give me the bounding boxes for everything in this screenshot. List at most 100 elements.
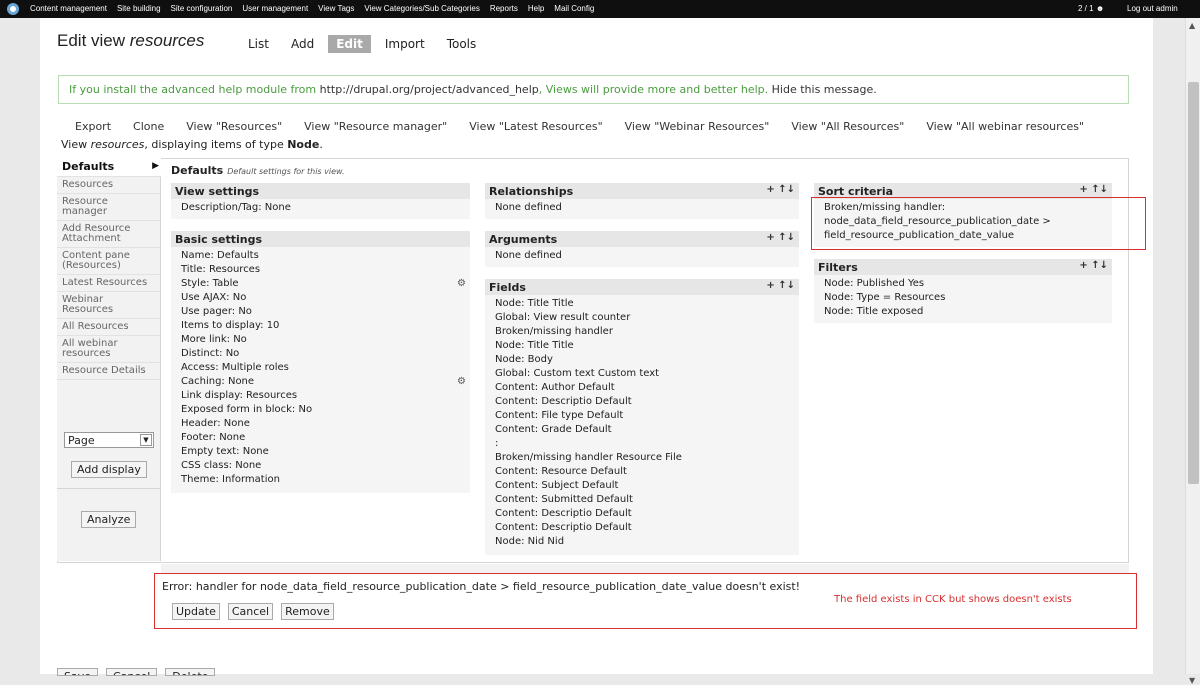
setting-name[interactable]: Name: Defaults — [181, 249, 460, 263]
hide-message-link[interactable]: Hide this message. — [772, 83, 877, 96]
tab-list[interactable]: List — [240, 35, 277, 53]
fields-header: Fields + ↑↓ — [485, 279, 799, 295]
access-gear-icon[interactable]: ⚙ — [457, 375, 466, 389]
field-item[interactable]: Content: File type Default — [495, 409, 789, 423]
setting-use-ajax[interactable]: Use AJAX: No — [181, 291, 460, 305]
field-item[interactable]: Global: View result counter — [495, 311, 789, 325]
display-tab-latest-resources[interactable]: Latest Resources — [57, 275, 160, 292]
setting-more-link[interactable]: More link: No — [181, 333, 460, 347]
view-info-name: resources — [90, 138, 145, 151]
display-tab-resources[interactable]: Resources — [57, 177, 160, 194]
analyze-button[interactable]: Analyze — [81, 511, 137, 528]
setting-use-pager[interactable]: Use pager: No — [181, 305, 460, 319]
filter-item[interactable]: Node: Title exposed — [824, 305, 1102, 319]
field-item[interactable]: Content: Resource Default — [495, 465, 789, 479]
menu-user-management[interactable]: User management — [242, 4, 308, 13]
field-item[interactable]: Content: Grade Default — [495, 423, 789, 437]
tab-import[interactable]: Import — [377, 35, 433, 53]
field-item[interactable]: Global: Custom text Custom text — [495, 367, 789, 381]
field-item[interactable]: Content: Author Default — [495, 381, 789, 395]
view-webinar-resources-link[interactable]: View "Webinar Resources" — [625, 120, 770, 133]
view-resources-link[interactable]: View "Resources" — [186, 120, 282, 133]
field-item[interactable]: Broken/missing handler Resource File — [495, 451, 789, 465]
setting-style[interactable]: Style: Table — [181, 277, 460, 291]
display-type-select[interactable]: Page ▼ — [64, 432, 154, 448]
cancel-button[interactable]: Cancel — [227, 603, 274, 620]
display-tab-all-resources[interactable]: All Resources — [57, 319, 160, 336]
setting-footer[interactable]: Footer: None — [181, 431, 460, 445]
menu-mail-config[interactable]: Mail Config — [554, 4, 594, 13]
menu-site-configuration[interactable]: Site configuration — [171, 4, 233, 13]
view-all-resources-link[interactable]: View "All Resources" — [791, 120, 904, 133]
save-button[interactable]: Save — [57, 668, 99, 676]
sort-add-rearrange-icon[interactable]: + ↑↓ — [1079, 184, 1108, 195]
field-item[interactable]: Broken/missing handler — [495, 325, 789, 339]
setting-css-class[interactable]: CSS class: None — [181, 459, 460, 473]
setting-link-display[interactable]: Link display: Resources — [181, 389, 460, 403]
add-display-button[interactable]: Add display — [71, 461, 147, 478]
filters-add-rearrange-icon[interactable]: + ↑↓ — [1079, 260, 1108, 271]
setting-access[interactable]: Access: Multiple roles — [181, 361, 460, 375]
display-tab-content-pane[interactable]: Content pane (Resources) — [57, 248, 160, 275]
menu-reports[interactable]: Reports — [490, 4, 518, 13]
arguments-add-rearrange-icon[interactable]: + ↑↓ — [766, 232, 795, 243]
page-scrollbar[interactable]: ▲ ▼ — [1185, 18, 1200, 685]
tab-add[interactable]: Add — [283, 35, 322, 53]
drupal-logo-icon[interactable] — [7, 3, 19, 15]
setting-items-to-display[interactable]: Items to display: 10 — [181, 319, 460, 333]
style-gear-icon[interactable]: ⚙ — [457, 277, 466, 291]
tab-tools[interactable]: Tools — [439, 35, 485, 53]
field-item[interactable]: Node: Nid Nid — [495, 535, 789, 549]
update-button[interactable]: Update — [172, 603, 220, 620]
fields-add-rearrange-icon[interactable]: + ↑↓ — [766, 280, 795, 291]
display-tab-defaults[interactable]: Defaults ▶ — [57, 158, 161, 177]
field-item[interactable]: Content: Descriptio Default — [495, 521, 789, 535]
setting-exposed-form[interactable]: Exposed form in block: No — [181, 403, 460, 417]
filter-item[interactable]: Node: Published Yes — [824, 277, 1102, 291]
remove-button[interactable]: Remove — [281, 603, 334, 620]
field-item[interactable]: Node: Title Title — [495, 297, 789, 311]
field-item[interactable]: Node: Title Title — [495, 339, 789, 353]
advanced-help-link[interactable]: http://drupal.org/project/advanced_help — [320, 83, 539, 96]
field-item[interactable]: Content: Descriptio Default — [495, 507, 789, 521]
display-tab-webinar-resources[interactable]: Webinar Resources — [57, 292, 160, 319]
scroll-up-icon[interactable]: ▲ — [1189, 21, 1195, 30]
setting-empty-text[interactable]: Empty text: None — [181, 445, 460, 459]
setting-title[interactable]: Title: Resources — [181, 263, 460, 277]
view-setting-description[interactable]: Description/Tag: None — [181, 201, 460, 215]
display-tab-all-webinar-resources[interactable]: All webinar resources — [57, 336, 160, 363]
relationships-add-rearrange-icon[interactable]: + ↑↓ — [766, 184, 795, 195]
setting-caching[interactable]: Caching: None — [181, 375, 460, 389]
view-all-webinar-resources-link[interactable]: View "All webinar resources" — [926, 120, 1084, 133]
menu-content-management[interactable]: Content management — [30, 4, 107, 13]
display-tab-resource-manager[interactable]: Resource manager — [57, 194, 160, 221]
view-description: View resources, displaying items of type… — [61, 138, 323, 151]
scrollbar-thumb[interactable] — [1188, 82, 1199, 484]
field-item[interactable]: : — [495, 437, 789, 451]
field-item[interactable]: Node: Body — [495, 353, 789, 367]
display-heading-subtitle: Default settings for this view. — [227, 167, 345, 176]
setting-distinct[interactable]: Distinct: No — [181, 347, 460, 361]
menu-view-categories[interactable]: View Categories/Sub Categories — [364, 4, 479, 13]
display-tab-resource-details[interactable]: Resource Details — [57, 363, 160, 380]
setting-header[interactable]: Header: None — [181, 417, 460, 431]
setting-theme[interactable]: Theme: Information — [181, 473, 460, 487]
clone-link[interactable]: Clone — [133, 120, 164, 133]
tab-edit[interactable]: Edit — [328, 35, 371, 53]
field-item[interactable]: Content: Submitted Default — [495, 493, 789, 507]
display-tab-add-resource-attachment[interactable]: Add Resource Attachment — [57, 221, 160, 248]
scroll-down-icon[interactable]: ▼ — [1189, 676, 1195, 685]
cancel-view-button[interactable]: Cancel — [106, 668, 158, 676]
logout-link[interactable]: Log out admin — [1127, 4, 1178, 13]
menu-site-building[interactable]: Site building — [117, 4, 161, 13]
delete-button[interactable]: Delete — [165, 668, 216, 676]
users-online-counter[interactable]: 2 / 1 ☻ — [1078, 4, 1104, 13]
view-latest-resources-link[interactable]: View "Latest Resources" — [469, 120, 602, 133]
export-link[interactable]: Export — [75, 120, 111, 133]
menu-view-tags[interactable]: View Tags — [318, 4, 354, 13]
menu-help[interactable]: Help — [528, 4, 544, 13]
view-resource-manager-link[interactable]: View "Resource manager" — [304, 120, 447, 133]
filter-item[interactable]: Node: Type = Resources — [824, 291, 1102, 305]
field-item[interactable]: Content: Subject Default — [495, 479, 789, 493]
field-item[interactable]: Content: Descriptio Default — [495, 395, 789, 409]
